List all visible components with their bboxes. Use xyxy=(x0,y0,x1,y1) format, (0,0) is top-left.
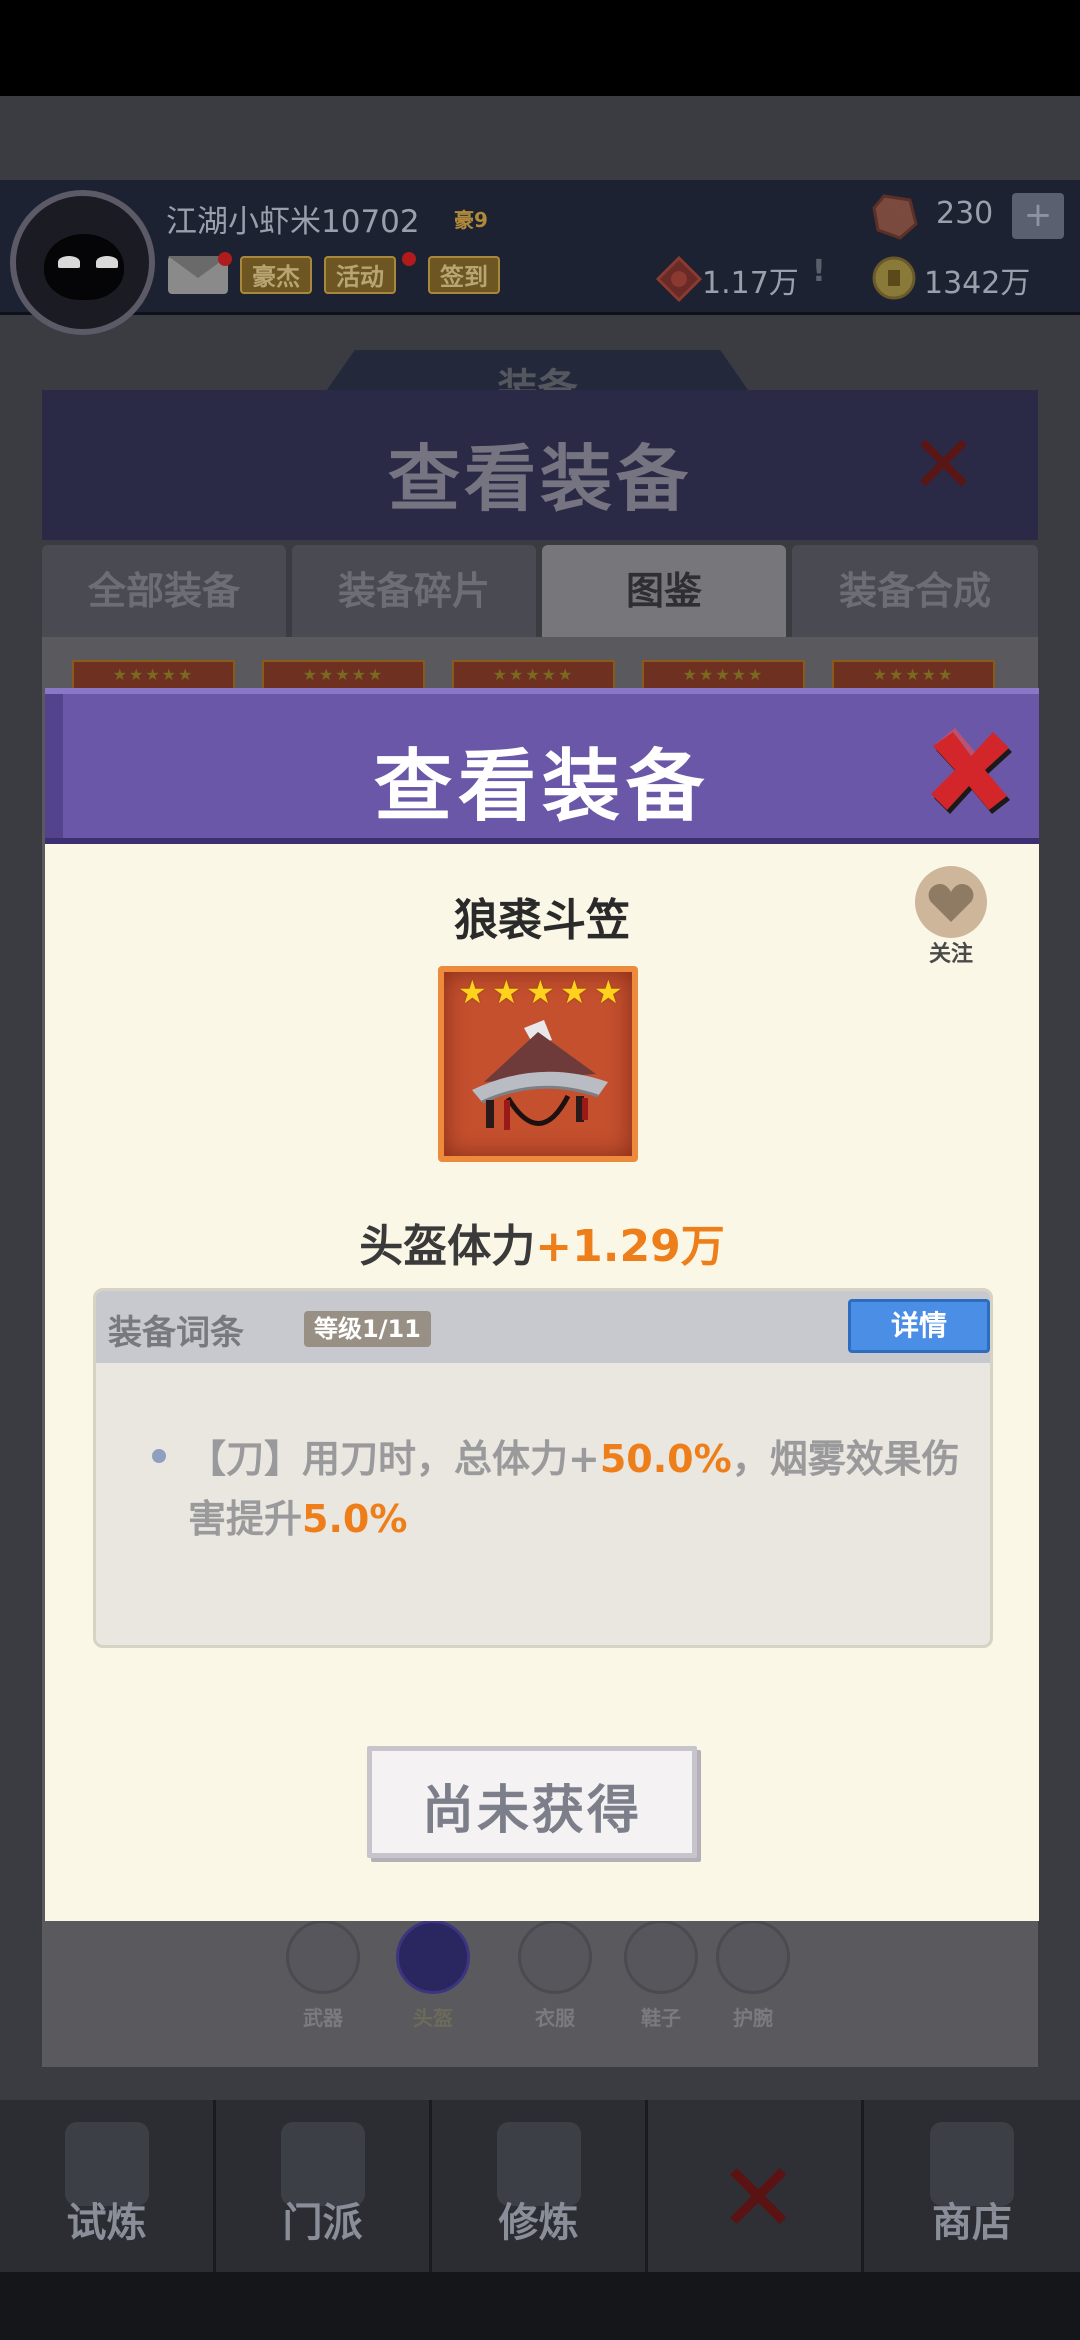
attr-highlight: 5.0% xyxy=(302,1497,408,1541)
clothes-icon[interactable] xyxy=(518,1920,592,1994)
bottom-nav: 试炼 门派 修炼 商店 xyxy=(0,2100,1080,2272)
bullet-icon xyxy=(152,1449,166,1463)
nav-label: 修炼 xyxy=(498,2200,579,2246)
item-name: 狼裘斗笠 xyxy=(454,895,630,946)
stat-label: 头盔体力 xyxy=(359,1221,536,1272)
bracer-icon[interactable] xyxy=(716,1920,790,1994)
tab-equipment-synthesis[interactable]: 装备合成 xyxy=(792,545,1038,637)
detail-button[interactable]: 详情 xyxy=(848,1299,990,1353)
bg-tab-bar: 全部装备 装备碎片 图鉴 装备合成 xyxy=(42,545,1038,637)
mail-notification-dot xyxy=(218,252,232,266)
tab-all-equipment[interactable]: 全部装备 xyxy=(42,545,286,637)
modal-header: 查看装备 xyxy=(45,688,1039,844)
nav-item-trial[interactable]: 试炼 xyxy=(0,2100,216,2272)
star-icon: ★ xyxy=(594,973,623,1011)
view-equipment-modal: 查看装备 狼裘斗笠 关注 ★ ★ ★ ★ ★ 头盔体力+1.29万 装备词条 等… xyxy=(45,688,1039,1921)
equipment-slot-row: 武器 头盔 衣服 鞋子 护腕 xyxy=(260,1920,860,2030)
nav-item-shop[interactable]: 商店 xyxy=(864,2100,1080,2272)
slot-label-bracer: 护腕 xyxy=(733,2006,773,2030)
star-icon: ★ xyxy=(560,973,589,1011)
level-badge: 等级1/11 xyxy=(304,1311,431,1347)
coin-value: 1342万 xyxy=(924,266,1031,301)
avatar-eye-right xyxy=(96,256,118,268)
attribute-box: 装备词条 等级1/11 详情 【刀】用刀时，总体力+50.0%，烟雾效果伤害提升… xyxy=(93,1288,993,1648)
stat-value: +1.29万 xyxy=(535,1221,725,1272)
slot-label-clothes: 衣服 xyxy=(535,2006,575,2030)
item-card[interactable]: ★ ★ ★ ★ ★ xyxy=(438,966,638,1162)
bg-close-icon: ✕ xyxy=(910,418,978,511)
nav-item-sect[interactable]: 门派 xyxy=(216,2100,432,2272)
add-gem-button[interactable]: + xyxy=(1012,193,1064,239)
star-icon: ★ xyxy=(458,973,487,1011)
attribute-text: 【刀】用刀时，总体力+50.0%，烟雾效果伤害提升5.0% xyxy=(188,1429,978,1549)
follow-label: 关注 xyxy=(928,942,973,967)
bg-card-stars: ★★★★★ xyxy=(112,665,195,684)
not-obtained-label: 尚未获得 xyxy=(421,1781,642,1841)
power-info-mark[interactable]: ! xyxy=(812,254,826,289)
avatar-eye-left xyxy=(58,256,80,268)
bg-equipment-card: ★★★★★ xyxy=(832,660,995,690)
star-icon: ★ xyxy=(492,973,521,1011)
sword-icon[interactable] xyxy=(286,1920,360,1994)
slot-label-helmet: 头盔 xyxy=(413,2006,453,2030)
shoes-icon[interactable] xyxy=(624,1920,698,1994)
bg-equipment-card: ★★★★★ xyxy=(642,660,805,690)
bg-equipment-card: ★★★★★ xyxy=(72,660,235,690)
heart-icon xyxy=(928,884,974,922)
tab-collection[interactable]: 图鉴 xyxy=(542,545,786,637)
modal-title: 查看装备 xyxy=(373,742,710,832)
activity-notification-dot xyxy=(402,252,416,266)
power-value: 1.17万 xyxy=(702,266,799,301)
modal-body: 狼裘斗笠 关注 ★ ★ ★ ★ ★ 头盔体力+1.29万 装备词条 等级1/11… xyxy=(45,844,1039,1921)
helmet-icon[interactable] xyxy=(396,1920,470,1994)
player-name: 江湖小虾米10702 xyxy=(166,204,420,240)
close-icon[interactable]: ✕ xyxy=(718,2150,798,2246)
attribute-title: 装备词条 xyxy=(108,1313,244,1353)
signin-tag-button[interactable]: 签到 xyxy=(428,256,500,294)
gem-count: 230 xyxy=(936,196,994,231)
slot-label-weapon: 武器 xyxy=(303,2006,343,2030)
bg-card-stars: ★★★★★ xyxy=(682,665,765,684)
nav-label: 门派 xyxy=(282,2200,363,2246)
close-icon[interactable] xyxy=(923,724,1015,816)
star-rating: ★ ★ ★ ★ ★ xyxy=(450,974,630,1010)
attribute-header: 装备词条 等级1/11 详情 xyxy=(96,1291,990,1363)
gem-icon xyxy=(872,194,918,240)
player-avatar[interactable] xyxy=(10,190,155,335)
bg-card-stars: ★★★★★ xyxy=(302,665,385,684)
stat-line: 头盔体力+1.29万 xyxy=(45,1210,1039,1274)
bg-card-stars: ★★★★★ xyxy=(492,665,575,684)
nav-item-cultivation[interactable]: 修炼 xyxy=(432,2100,648,2272)
bg-equipment-card: ★★★★★ xyxy=(262,660,425,690)
attr-text-part: 【刀】用刀时，总体力+ xyxy=(188,1437,600,1481)
follow-button[interactable]: 关注 xyxy=(915,866,987,967)
not-obtained-button[interactable]: 尚未获得 xyxy=(367,1746,697,1858)
coin-icon xyxy=(872,256,916,300)
system-nav-bar xyxy=(0,2272,1080,2340)
tab-equipment-fragments[interactable]: 装备碎片 xyxy=(292,545,536,637)
activity-tag-button[interactable]: 活动 xyxy=(324,256,396,294)
status-bar xyxy=(0,0,1080,96)
bg-equipment-card: ★★★★★ xyxy=(452,660,615,690)
bg-card-stars: ★★★★★ xyxy=(872,665,955,684)
vip-badge: 豪9 xyxy=(454,208,488,232)
straw-hat-icon xyxy=(472,1020,608,1130)
slot-label-shoes: 鞋子 xyxy=(641,2006,681,2030)
hero-tag-button[interactable]: 豪杰 xyxy=(240,256,312,294)
attr-highlight: 50.0% xyxy=(599,1437,732,1481)
star-icon: ★ xyxy=(526,973,555,1011)
power-icon xyxy=(656,256,702,302)
nav-label: 商店 xyxy=(932,2200,1012,2246)
nav-label: 试炼 xyxy=(66,2200,147,2246)
